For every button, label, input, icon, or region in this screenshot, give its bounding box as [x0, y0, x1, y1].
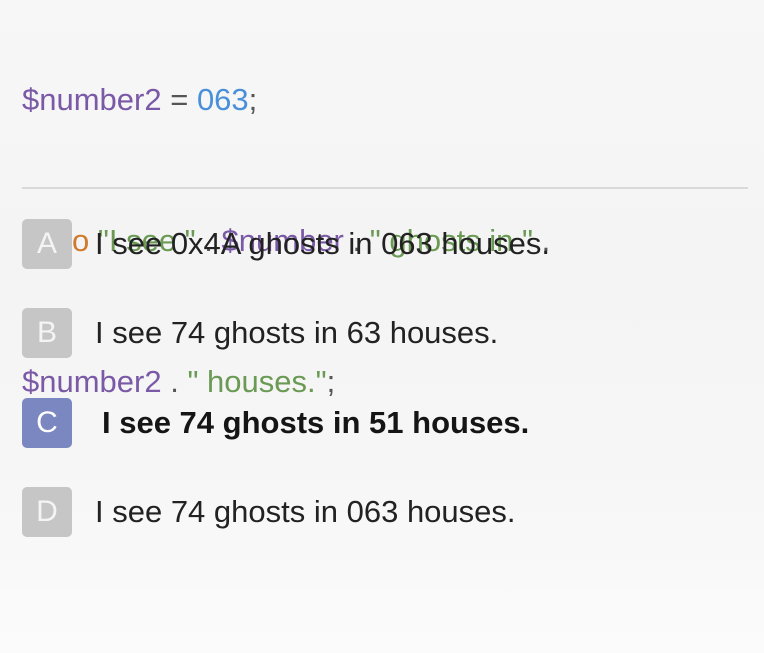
answer-option-d[interactable]: D I see 74 ghosts in 063 houses. — [22, 487, 748, 537]
option-text: I see 74 ghosts in 63 houses. — [95, 315, 499, 350]
code-operator: . — [161, 364, 188, 399]
answer-option-c[interactable]: C I see 74 ghosts in 51 houses. — [22, 398, 748, 448]
code-line-1: $number2 = 063; — [22, 76, 550, 123]
answer-option-a[interactable]: A I see 0x4A ghosts in 063 houses. — [22, 219, 748, 269]
answer-option-b[interactable]: B I see 74 ghosts in 63 houses. — [22, 308, 748, 358]
code-terminator: ; — [326, 364, 336, 399]
code-terminator: ; — [248, 82, 258, 117]
option-text: I see 74 ghosts in 063 houses. — [95, 494, 516, 529]
option-letter-badge-selected: C — [22, 398, 72, 448]
code-number: 063 — [196, 82, 249, 117]
option-letter-badge: A — [22, 219, 72, 269]
code-variable: $number2 — [22, 364, 162, 399]
option-text-selected: I see 74 ghosts in 51 houses. — [102, 405, 530, 440]
divider — [22, 187, 748, 189]
option-letter-badge: B — [22, 308, 72, 358]
code-operator: = — [161, 82, 197, 117]
option-letter-badge: D — [22, 487, 72, 537]
option-text: I see 0x4A ghosts in 063 houses. — [95, 226, 550, 261]
code-string: " houses." — [187, 364, 327, 399]
code-variable: $number2 — [22, 82, 162, 117]
